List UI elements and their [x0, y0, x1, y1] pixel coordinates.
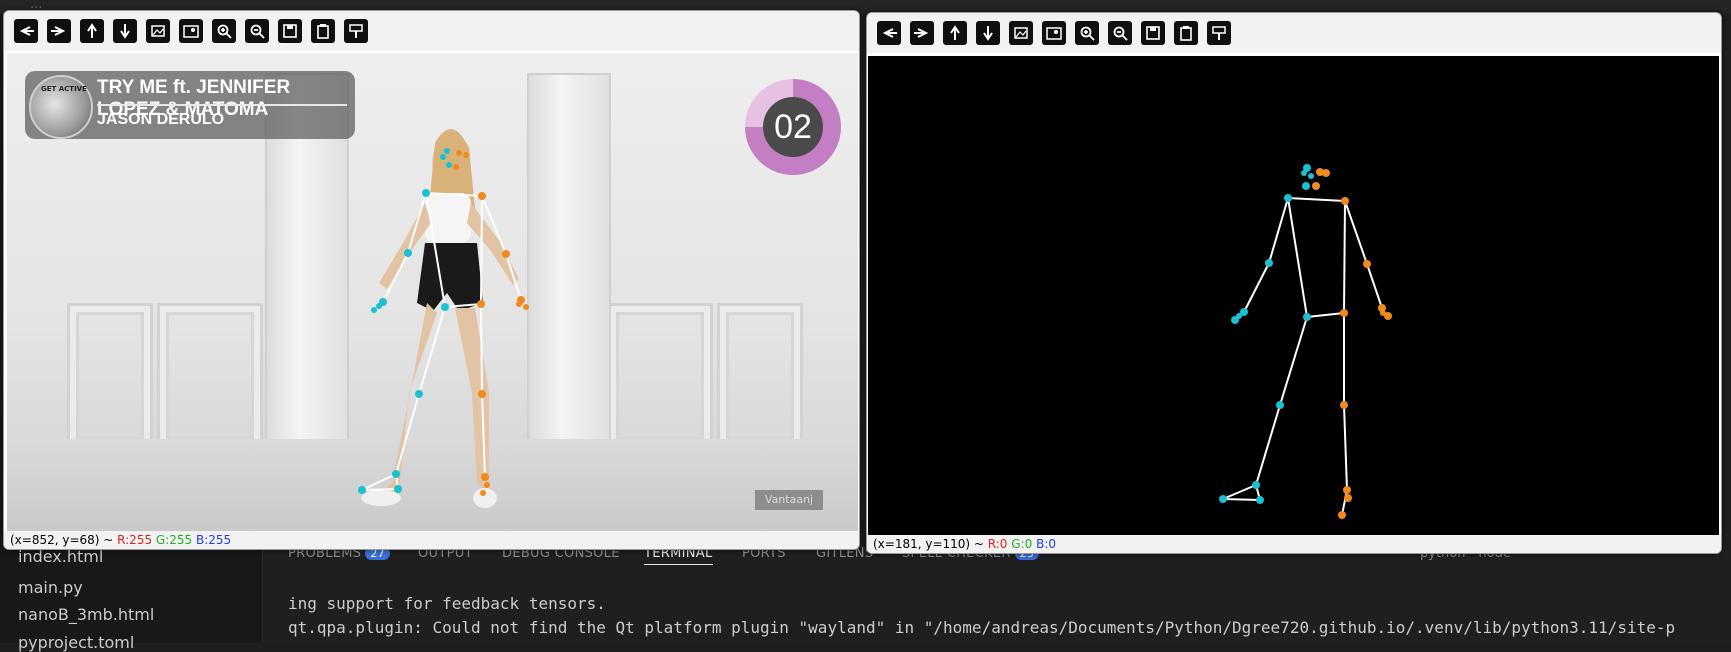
save-icon: [283, 24, 297, 38]
title-divider: [97, 104, 347, 106]
red-value: R:0: [987, 537, 1008, 551]
video-figure-window: GET ACTIVE TRY ME ft. JENNIFER LOPEZ & M…: [3, 10, 860, 550]
file-main-py[interactable]: main.py: [18, 578, 83, 597]
back-icon: [882, 28, 897, 38]
terminal-line: qt.qpa.plugin: Could not find the Qt pla…: [288, 618, 1676, 637]
red-value: R:255: [117, 533, 153, 547]
zoom-out-button[interactable]: [245, 19, 269, 43]
cursor-coords: (x=852, y=68) ~: [10, 533, 118, 547]
pan-up-button[interactable]: [80, 19, 104, 43]
clipboard-icon: [317, 24, 329, 39]
pan-up-icon: [87, 23, 97, 38]
step-counter: 02: [763, 97, 823, 157]
green-value: G:255: [155, 533, 193, 547]
subplots-button[interactable]: [1042, 21, 1066, 45]
save-button[interactable]: [278, 19, 302, 43]
forward-button[interactable]: [910, 21, 934, 45]
file-nanob-html[interactable]: nanoB_3mb.html: [18, 605, 154, 624]
clipboard-button[interactable]: [1174, 21, 1198, 45]
skeleton-figure-window: (x=181, y=110) ~ R:0 G:0 B:0: [866, 12, 1722, 554]
subplots-button[interactable]: [179, 19, 203, 43]
zoom-out-icon: [250, 24, 265, 39]
blue-value: B:255: [196, 533, 232, 547]
zoom-in-button[interactable]: [1075, 21, 1099, 45]
zoom-out-icon: [1113, 26, 1128, 41]
avatar-text: GET ACTIVE: [41, 85, 87, 93]
clipboard-button[interactable]: [311, 19, 335, 43]
pan-up-icon: [950, 25, 960, 40]
back-button[interactable]: [14, 19, 38, 43]
video-watermark: Vantaanj: [755, 490, 823, 510]
save-icon: [1146, 26, 1160, 40]
skeleton-pose: [1219, 164, 1392, 519]
image-button[interactable]: [146, 19, 170, 43]
settings-icon: [1212, 26, 1226, 40]
pan-down-icon: [983, 26, 993, 41]
pan-down-button[interactable]: [113, 19, 137, 43]
cursor-coords: (x=181, y=110) ~: [873, 537, 988, 551]
forward-icon: [51, 26, 66, 36]
settings-icon: [349, 24, 363, 38]
pan-down-button[interactable]: [976, 21, 1000, 45]
skeleton-plot-area[interactable]: [868, 56, 1719, 535]
figure-toolbar: [4, 11, 859, 51]
save-button[interactable]: [1141, 21, 1165, 45]
pan-up-button[interactable]: [943, 21, 967, 45]
back-icon: [19, 26, 34, 36]
subplots-icon: [1046, 27, 1062, 40]
zoom-in-button[interactable]: [212, 19, 236, 43]
image-icon: [1014, 27, 1028, 39]
clipboard-icon: [1180, 26, 1192, 41]
blue-value: B:0: [1036, 537, 1057, 551]
zoom-out-button[interactable]: [1108, 21, 1132, 45]
file-label: main.py: [18, 578, 83, 597]
back-button[interactable]: [877, 21, 901, 45]
terminal-line: ing support for feedback tensors.: [288, 594, 606, 613]
figure-toolbar: [867, 13, 1721, 53]
zoom-in-icon: [217, 24, 232, 39]
cursor-status: (x=852, y=68) ~ R:255 G:255 B:255: [4, 531, 859, 549]
image-icon: [151, 25, 165, 37]
step-counter-ring: 02: [745, 79, 841, 175]
cursor-status: (x=181, y=110) ~ R:0 G:0 B:0: [867, 535, 1721, 553]
image-button[interactable]: [1009, 21, 1033, 45]
settings-button[interactable]: [1207, 21, 1231, 45]
forward-button[interactable]: [47, 19, 71, 43]
subplots-icon: [183, 25, 199, 38]
album-avatar: GET ACTIVE: [29, 75, 93, 139]
forward-icon: [914, 28, 929, 38]
green-value: G:0: [1011, 537, 1033, 551]
settings-button[interactable]: [344, 19, 368, 43]
song-info-card: GET ACTIVE TRY ME ft. JENNIFER LOPEZ & M…: [25, 71, 355, 139]
video-frame: GET ACTIVE TRY ME ft. JENNIFER LOPEZ & M…: [7, 53, 858, 549]
file-label: nanoB_3mb.html: [18, 605, 155, 624]
song-artist: JASON DERULO: [97, 111, 225, 128]
pan-down-icon: [120, 24, 130, 39]
zoom-in-icon: [1080, 26, 1095, 41]
